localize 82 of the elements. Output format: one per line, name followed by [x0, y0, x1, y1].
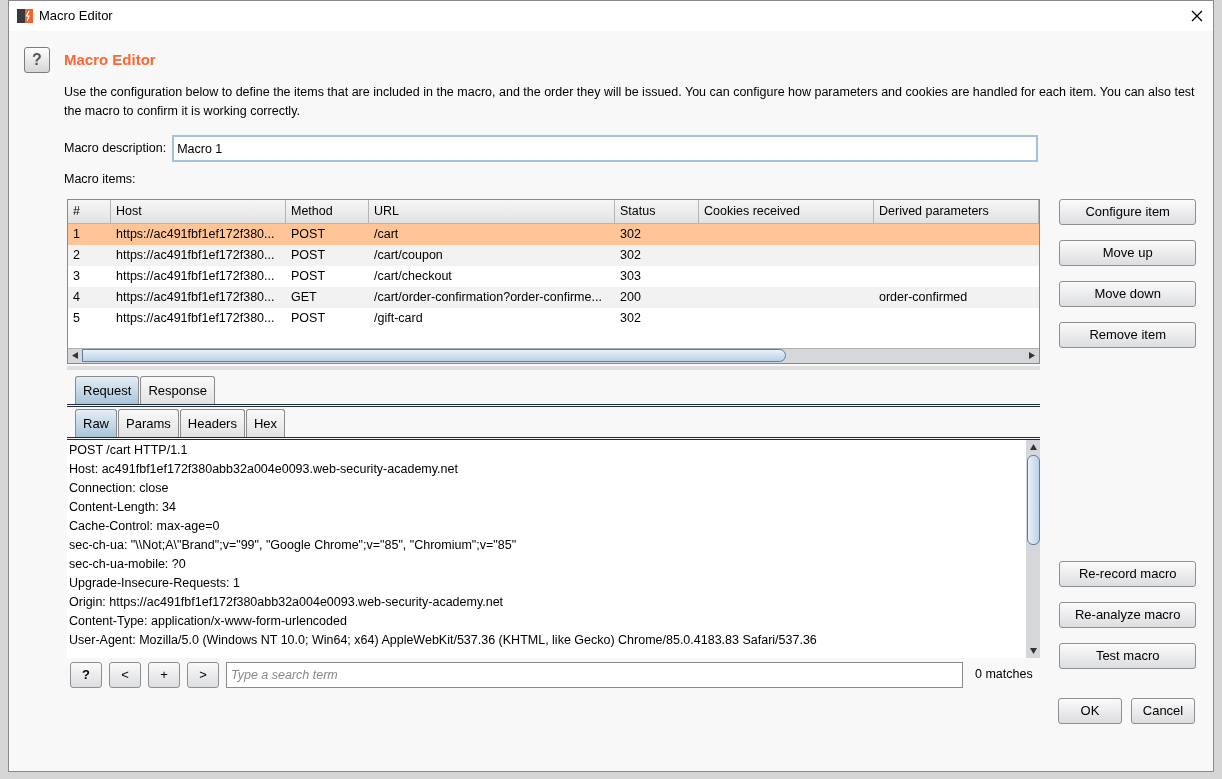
table-cell: POST	[291, 268, 326, 283]
request-line: Content-Length: 34	[69, 498, 177, 516]
table-cell: /cart/checkout	[374, 268, 452, 283]
dialog-heading: Macro Editor	[64, 49, 156, 70]
table-cell: 302	[620, 226, 641, 241]
column-header[interactable]: #	[68, 199, 111, 224]
request-line: sec-ch-ua-mobile: ?0	[69, 555, 186, 573]
table-cell: 2	[73, 247, 80, 262]
dialog-button[interactable]: OK	[1058, 697, 1122, 724]
column-header[interactable]: Host	[111, 199, 286, 224]
table-cell: /cart/coupon	[374, 247, 443, 262]
match-count: 0 matches	[975, 666, 1033, 684]
section-label: Macro items:	[64, 171, 137, 188]
scroll-up-icon[interactable]	[1029, 443, 1037, 450]
app-logo-icon	[17, 8, 33, 24]
help-button[interactable]: ?	[24, 47, 50, 73]
table-cell: https://ac491fbf1ef172f380...	[116, 268, 275, 283]
search-field[interactable]: Type a search term	[226, 661, 963, 688]
table-cell: POST	[291, 247, 326, 262]
table-cell: /cart/order-confirmation?order-confirme...	[374, 289, 602, 304]
table-cell: /cart	[374, 226, 399, 241]
column-header[interactable]: Status	[615, 199, 699, 224]
tab[interactable]: Headers	[179, 408, 245, 437]
help-button[interactable]: ?	[70, 661, 102, 688]
table-cell: POST	[291, 310, 326, 325]
scroll-down-icon[interactable]	[1029, 647, 1037, 654]
item-action-button[interactable]: Move down	[1059, 280, 1196, 307]
tab[interactable]: Response	[140, 375, 215, 404]
field-label: Macro description:	[64, 140, 167, 158]
table-cell: /gift-card	[374, 310, 423, 325]
table-cell: 4	[73, 289, 80, 304]
item-action-button[interactable]: Remove item	[1059, 321, 1196, 348]
table-row[interactable]: 1 https://ac491fbf1ef172f380... POST /cart 302	[68, 223, 1040, 245]
table-row[interactable]: 4 https://ac491fbf1ef172f380... GET /cart/order-confirmation?order-confirme... 200 order-confirmed	[68, 286, 1040, 308]
item-action-button[interactable]: Configure item	[1059, 198, 1196, 225]
macro-description-field[interactable]: Macro 1	[172, 135, 1039, 162]
table-cell: 1	[73, 226, 80, 241]
vertical-scrollbar[interactable]	[1026, 439, 1041, 658]
tab[interactable]: Hex	[245, 408, 286, 437]
window-title: Macro Editor	[39, 7, 113, 26]
table-cell: 303	[620, 268, 641, 283]
description-text: Use the configuration below to define the items that are included in the macro, and the order they will be issued. You can configure how parameters and cookies are handled for each item. You can also test the macro to confirm it is working correctly.	[64, 84, 1196, 120]
table-cell: 200	[620, 289, 641, 304]
item-action-button[interactable]: Move up	[1059, 239, 1196, 266]
scroll-right-icon[interactable]	[1029, 352, 1036, 360]
table-cell: order-confirmed	[879, 289, 968, 304]
table-row[interactable]: 2 https://ac491fbf1ef172f380... POST /cart/coupon 302	[68, 244, 1040, 266]
table-cell: 302	[620, 310, 641, 325]
column-header[interactable]: Derived parameters	[874, 199, 1040, 224]
request-line: POST /cart HTTP/1.1	[69, 441, 188, 459]
scroll-left-icon[interactable]	[72, 352, 78, 360]
request-line: Cache-Control: max-age=0	[69, 517, 220, 535]
tab[interactable]: Raw	[75, 408, 117, 437]
request-line: Connection: close	[69, 479, 169, 497]
previous-button[interactable]: <	[109, 661, 141, 688]
dialog-button[interactable]: Cancel	[1131, 697, 1195, 724]
column-header[interactable]: URL	[369, 199, 615, 224]
table-cell: https://ac491fbf1ef172f380...	[116, 310, 275, 325]
request-line: Content-Type: application/x-www-form-urlencoded	[69, 612, 347, 630]
close-icon[interactable]	[1191, 10, 1203, 22]
table-cell: https://ac491fbf1ef172f380...	[116, 289, 275, 304]
table-cell: 302	[620, 247, 641, 262]
table-cell: 3	[73, 268, 80, 283]
tab[interactable]: Request	[75, 375, 140, 404]
request-line: sec-ch-ua: "\\Not;A\"Brand";v="99", "Google Chrome";v="85", "Chromium";v="85"	[69, 536, 517, 554]
column-header[interactable]: Cookies received	[699, 199, 874, 224]
request-line: User-Agent: Mozilla/5.0 (Windows NT 10.0; Win64; x64) AppleWebKit/537.36 (KHTML, like Gecko) Chrome/85.0.4183.83 Safari/537.36	[69, 631, 817, 649]
column-header[interactable]: Method	[286, 199, 369, 224]
next-button[interactable]: >	[187, 661, 219, 688]
macro-action-button[interactable]: Test macro	[1059, 642, 1196, 669]
request-line: Origin: https://ac491fbf1ef172f380abb32a004e0093.web-security-academy.net	[69, 593, 504, 611]
request-line: Host: ac491fbf1ef172f380abb32a004e0093.web-security-academy.net	[69, 460, 458, 478]
add-button[interactable]: +	[148, 661, 180, 688]
table-cell: https://ac491fbf1ef172f380...	[116, 226, 275, 241]
table-cell: GET	[291, 289, 317, 304]
table-cell: 5	[73, 310, 80, 325]
request-line: Upgrade-Insecure-Requests: 1	[69, 574, 240, 592]
table-cell: https://ac491fbf1ef172f380...	[116, 247, 275, 262]
macro-action-button[interactable]: Re-analyze macro	[1059, 601, 1196, 628]
macro-action-button[interactable]: Re-record macro	[1059, 560, 1196, 587]
table-cell: POST	[291, 226, 326, 241]
tab[interactable]: Params	[118, 408, 179, 437]
